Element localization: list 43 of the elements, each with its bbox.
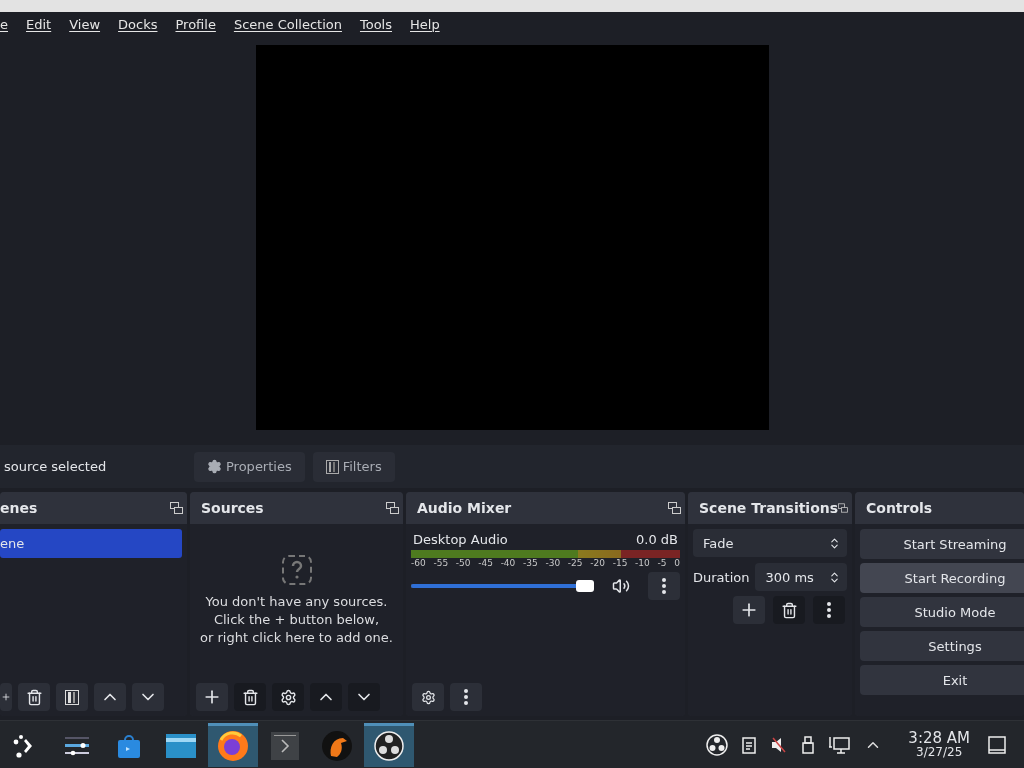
control-button[interactable]: Start Recording — [860, 563, 1024, 593]
meter-tick-label: -60 — [411, 558, 426, 568]
menu-item[interactable]: Scene Collection — [233, 16, 342, 32]
transition-dropdown[interactable]: Fade — [693, 529, 847, 557]
dock-title: Controls — [866, 500, 933, 516]
meter-tick-label: 0 — [674, 558, 680, 568]
clock-time: 3:28 AM — [908, 730, 970, 746]
meter-tick-label: -15 — [612, 558, 628, 568]
menu-item[interactable]: Help — [410, 16, 440, 32]
control-button[interactable]: Exit — [860, 665, 1024, 695]
duration-label: Duration — [693, 569, 750, 585]
meter-tick-label: -10 — [635, 558, 650, 568]
meter-tick-label: -5 — [657, 558, 667, 568]
meter-tick-label: -35 — [523, 558, 538, 568]
empty-message: You don't have any sources. Click the + button below, or right click here to add one. — [200, 593, 393, 647]
channel-reading: 0.0 dB — [636, 532, 678, 547]
meter-tick-label: -45 — [478, 558, 493, 568]
scene-item[interactable]: ene — [0, 529, 182, 558]
menu-item[interactable]: e — [0, 16, 8, 32]
meter-tick-label: -55 — [433, 558, 449, 568]
dock-title: Scene Transitions — [699, 500, 839, 516]
dock-title: Audio Mixer — [417, 500, 512, 516]
menu-item[interactable]: Tools — [359, 16, 392, 32]
menu-item[interactable]: Docks — [118, 16, 158, 32]
meter-tick-label: -25 — [567, 558, 583, 568]
status-text: source selected — [3, 459, 108, 474]
control-button[interactable]: Studio Mode — [860, 597, 1024, 627]
dock-title: enes — [0, 500, 38, 516]
properties-button[interactable]: Properties — [194, 451, 305, 482]
meter-tick-label: -20 — [590, 558, 605, 568]
duration-field[interactable]: 300 ms — [755, 563, 847, 591]
clock-date: 3/27/25 — [916, 746, 963, 759]
control-button[interactable]: Start Streaming — [860, 529, 1024, 559]
menu-item[interactable]: Edit — [26, 16, 52, 32]
meter-tick-label: -30 — [545, 558, 561, 568]
meter-tick-label: -40 — [500, 558, 516, 568]
channel-name: Desktop Audio — [413, 532, 508, 547]
dock-title: Sources — [201, 500, 264, 516]
meter-tick-label: -50 — [455, 558, 471, 568]
menu-item[interactable]: View — [69, 16, 101, 32]
menu-item[interactable]: Profile — [175, 16, 216, 32]
filters-button[interactable]: Filters — [312, 451, 395, 482]
control-button[interactable]: Settings — [860, 631, 1024, 661]
